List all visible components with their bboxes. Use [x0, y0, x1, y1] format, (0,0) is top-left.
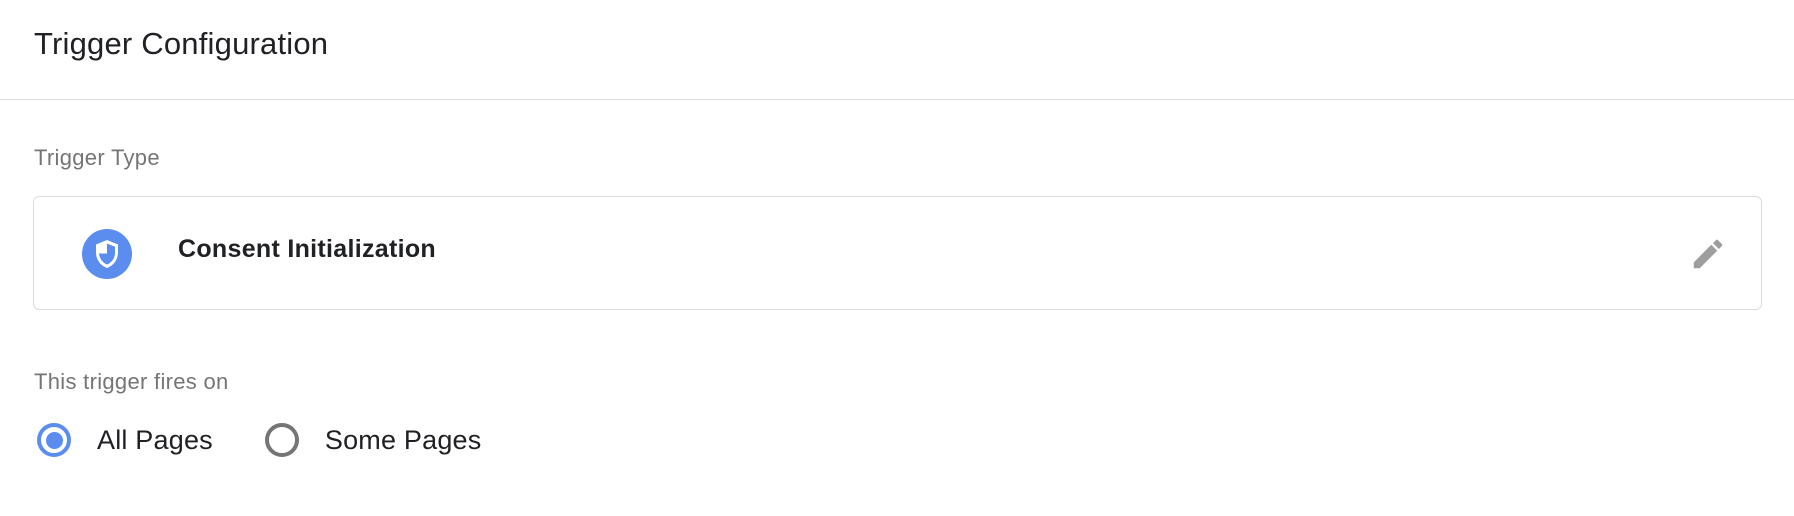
trigger-type-label: Trigger Type	[34, 145, 160, 170]
radio-some-pages[interactable]: Some Pages	[264, 423, 482, 457]
trigger-configuration-panel: Trigger Configuration Trigger Type Conse…	[0, 0, 1794, 516]
panel-title: Trigger Configuration	[34, 25, 329, 61]
radio-selected-dot	[45, 431, 63, 449]
shield-icon	[82, 229, 132, 279]
trigger-type-name: Consent Initialization	[178, 235, 436, 263]
fires-on-label: This trigger fires on	[34, 369, 229, 394]
radio-button-unchecked[interactable]	[264, 423, 299, 457]
fires-on-radio-group: All Pages Some Pages	[37, 423, 533, 457]
panel-header: Trigger Configuration	[0, 0, 1794, 100]
radio-button-checked[interactable]	[37, 423, 71, 457]
trigger-type-card[interactable]: Consent Initialization	[33, 196, 1762, 310]
pencil-icon[interactable]	[1689, 235, 1727, 273]
radio-some-pages-label: Some Pages	[324, 424, 482, 455]
radio-all-pages-label: All Pages	[97, 424, 213, 455]
radio-all-pages[interactable]: All Pages	[37, 423, 213, 457]
